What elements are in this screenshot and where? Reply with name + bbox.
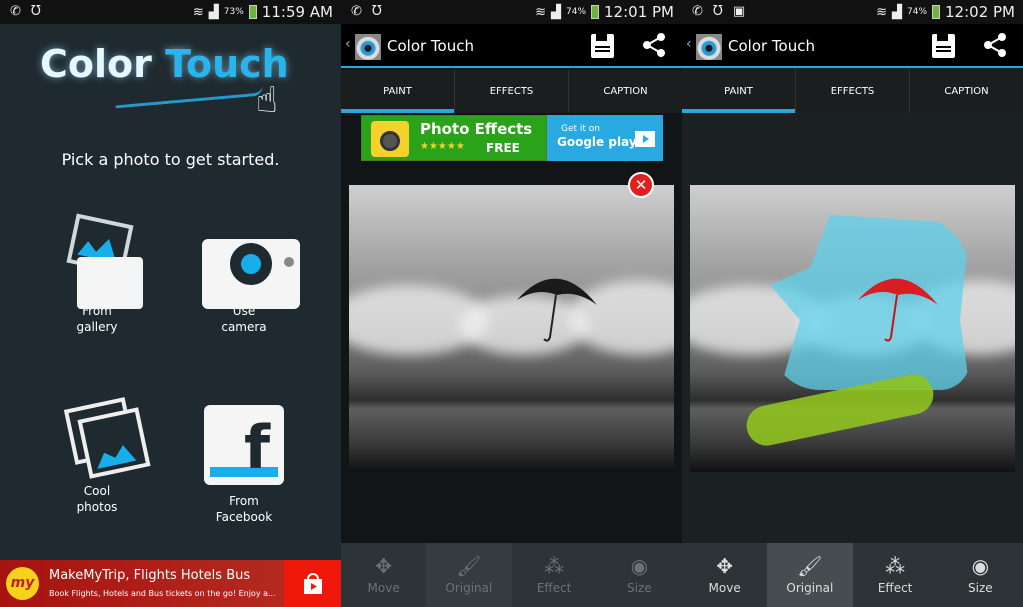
play-store-button[interactable] (284, 560, 341, 607)
brush-icon: 🖌︎ (797, 554, 823, 578)
move-icon: ✥ (716, 554, 733, 578)
tool-move[interactable]: ✥ Move (682, 543, 767, 607)
size-circle-icon: ◉ (971, 554, 990, 578)
hand-pointer-icon: ☝ (256, 80, 278, 121)
back-chevron-icon[interactable]: ‹ (345, 36, 351, 52)
get-it-on: Get it on (561, 124, 601, 134)
gallery-icon (57, 213, 143, 309)
size-circle-icon: ◉ (630, 554, 649, 578)
clock: 12:02 PM (945, 3, 1015, 21)
promo-title: Photo Effects (420, 120, 533, 138)
battery-percent: 74% (907, 7, 928, 17)
battery-icon (932, 5, 941, 19)
signal-icon: ▟ (551, 4, 561, 20)
battery-icon (591, 5, 600, 19)
photo-canvas[interactable] (690, 185, 1015, 472)
status-bar: ✆ Ʊ ≋ ▟ 74% 12:01 PM (341, 0, 682, 24)
wifi-icon: ≋ (535, 4, 546, 20)
tab-caption[interactable]: CAPTION (569, 70, 682, 113)
tool-bar: ✥ Move 🖌︎ Original ⁂ Effect ◉ Size (682, 543, 1023, 607)
editor-screen-grayscale: ✆ Ʊ ≋ ▟ 74% 12:01 PM ‹ Color Touch PAINT EFF… (341, 0, 682, 607)
notification-icon: Ʊ (712, 4, 723, 19)
wifi-icon: ≋ (876, 4, 887, 20)
tab-paint[interactable]: PAINT (341, 70, 455, 113)
tool-original[interactable]: 🖌︎ Original (767, 543, 853, 607)
battery-percent: 73% (223, 7, 244, 17)
status-bar: ✆ Ʊ ▣ ≋ ▟ 74% 12:02 PM (682, 0, 1023, 24)
signal-icon: ▟ (208, 4, 219, 20)
close-ad-button[interactable]: ✕ (628, 172, 654, 198)
battery-percent: 74% (566, 7, 587, 17)
photo-effects-ad[interactable]: Photo Effects ★★★★★ FREE Get it on Googl… (361, 115, 663, 161)
brush-icon: 🖌︎ (456, 554, 482, 578)
photo-canvas[interactable] (349, 185, 674, 472)
notification-icon: Ʊ (371, 4, 382, 19)
status-bar: ✆ Ʊ ≋ ▟ 73% 11:59 AM (0, 0, 341, 24)
camera-app-icon (371, 121, 409, 157)
rating-stars: ★★★★★ (420, 141, 465, 152)
tab-effects[interactable]: EFFECTS (796, 70, 910, 113)
tab-paint[interactable]: PAINT (682, 70, 796, 113)
tool-size[interactable]: ◉ Size (597, 543, 682, 607)
tab-bar: PAINT EFFECTS CAPTION (682, 70, 1023, 113)
app-logo-title: Color Touch (40, 42, 289, 86)
editor-screen-painted: ✆ Ʊ ▣ ≋ ▟ 74% 12:02 PM ‹ Color Touch PAINT EF… (682, 0, 1023, 607)
share-icon[interactable] (641, 32, 667, 58)
photos-icon (57, 395, 151, 479)
signal-icon: ▟ (892, 4, 902, 20)
back-chevron-icon[interactable]: ‹ (686, 36, 692, 52)
app-eye-icon[interactable] (355, 34, 381, 60)
move-icon: ✥ (375, 554, 392, 578)
facebook-icon: f (204, 405, 284, 485)
phone-icon: ✆ (692, 4, 703, 19)
tool-move[interactable]: ✥ Move (341, 543, 426, 607)
from-gallery-button[interactable]: From gallery (42, 213, 152, 335)
use-camera-button[interactable]: Use camera (189, 215, 300, 335)
tool-bar: ✥ Move 🖌︎ Original ⁂ Effect ◉ Size (341, 543, 682, 607)
google-play-label: Google play (557, 135, 637, 149)
tool-effect[interactable]: ⁂ Effect (512, 543, 597, 607)
play-bag-icon (635, 131, 655, 147)
save-icon[interactable] (932, 34, 955, 58)
tab-caption[interactable]: CAPTION (910, 70, 1023, 113)
tool-size[interactable]: ◉ Size (938, 543, 1023, 607)
magic-wand-icon: ⁂ (544, 554, 565, 578)
magic-wand-icon: ⁂ (885, 554, 906, 578)
action-bar: ‹ Color Touch (682, 24, 1023, 68)
image-notification-icon: ▣ (732, 4, 746, 19)
umbrella (858, 278, 938, 342)
home-screen: ✆ Ʊ ≋ ▟ 73% 11:59 AM Color Touch ☝ Pick a ph… (0, 0, 341, 607)
from-facebook-button[interactable]: f From Facebook (189, 395, 299, 525)
share-icon[interactable] (982, 32, 1008, 58)
clock: 11:59 AM (261, 3, 333, 21)
app-eye-icon[interactable] (696, 34, 722, 60)
ad-text: Book Flights, Hotels and Bus tickets on … (49, 589, 276, 598)
tool-effect[interactable]: ⁂ Effect (853, 543, 938, 607)
phone-icon: ✆ (10, 4, 21, 19)
makemytrip-logo: my (6, 567, 39, 600)
app-title: Color Touch (728, 37, 815, 55)
tool-original[interactable]: 🖌︎ Original (426, 543, 512, 607)
clock: 12:01 PM (604, 3, 674, 21)
umbrella (517, 278, 597, 342)
tab-bar: PAINT EFFECTS CAPTION (341, 70, 682, 113)
app-title: Color Touch (387, 37, 474, 55)
play-store-icon (303, 572, 322, 594)
camera-icon (202, 215, 300, 309)
wifi-icon: ≋ (192, 4, 204, 20)
phone-icon: ✆ (351, 4, 362, 19)
notification-icon: Ʊ (30, 4, 41, 19)
save-icon[interactable] (591, 34, 614, 58)
makemytrip-ad-banner[interactable]: my MakeMyTrip, Flights Hotels Bus Book F… (0, 560, 341, 607)
cool-photos-button[interactable]: Cool photos (42, 395, 152, 515)
battery-icon (248, 5, 257, 19)
ad-title: MakeMyTrip, Flights Hotels Bus (49, 568, 251, 583)
tab-effects[interactable]: EFFECTS (455, 70, 569, 113)
touch-streak (114, 85, 264, 109)
subtitle: Pick a photo to get started. (61, 150, 280, 169)
promo-free: FREE (486, 141, 520, 155)
action-bar: ‹ Color Touch (341, 24, 682, 68)
